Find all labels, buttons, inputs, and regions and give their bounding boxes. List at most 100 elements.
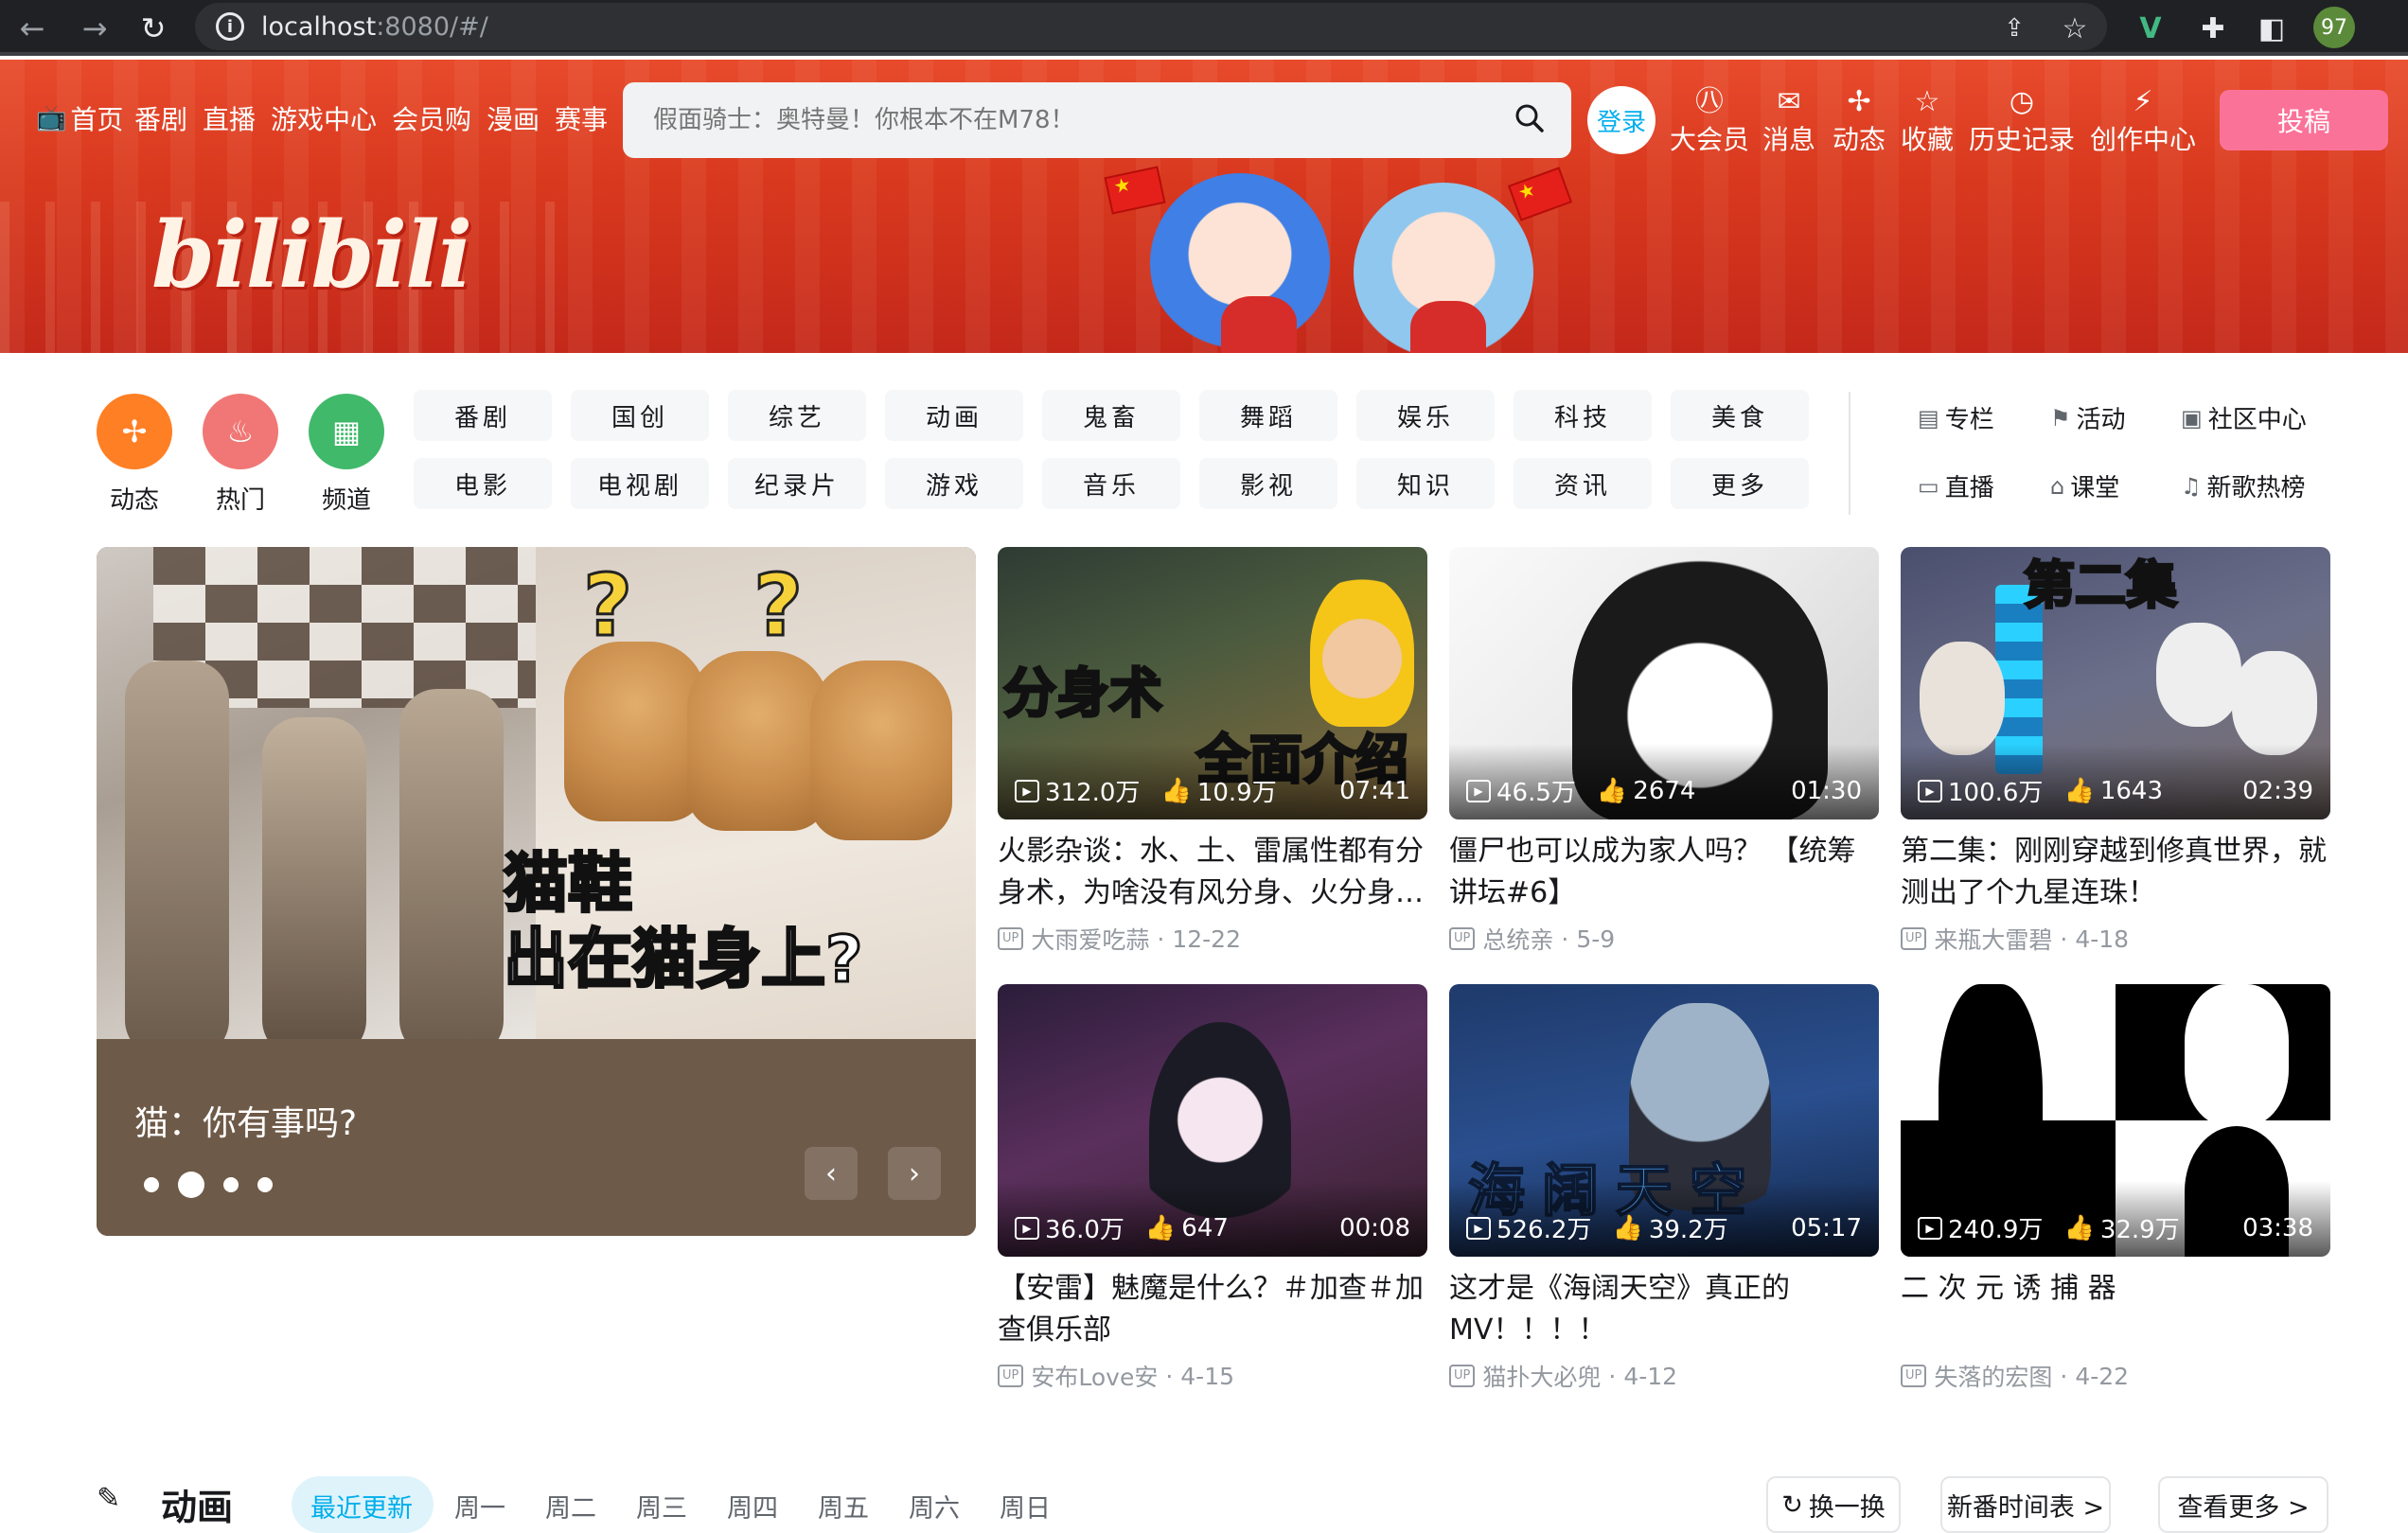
channel-chip[interactable]: 国创 [571, 390, 709, 441]
carousel-dot[interactable] [257, 1177, 273, 1192]
carousel-dot[interactable] [223, 1177, 239, 1192]
channel-chip[interactable]: 番剧 [414, 390, 552, 441]
site-info-icon[interactable]: i [216, 12, 244, 41]
link-music-chart[interactable]: ♫ 新歌热榜 [2181, 468, 2306, 503]
search-bar[interactable] [623, 82, 1571, 158]
carousel-title[interactable]: 猫：你有事吗? [134, 1096, 357, 1145]
schedule-button[interactable]: 新番时间表 > [1940, 1476, 2111, 1533]
video-title[interactable]: 二 次 元 诱 捕 器 [1901, 1268, 2330, 1351]
carousel-dot[interactable] [144, 1177, 159, 1192]
channel-chip[interactable]: 电视剧 [571, 458, 709, 509]
back-icon[interactable]: ← [11, 8, 53, 49]
video-author[interactable]: 来瓶大雷碧 [1934, 922, 2052, 956]
video-title[interactable]: 这才是《海阔天空》真正的MV！！！！ [1449, 1268, 1879, 1351]
header-dynamic[interactable]: ✢ 动态 [1833, 85, 1886, 157]
link-activity[interactable]: ⚑ 活动 [2050, 400, 2126, 435]
tab-day[interactable]: 周六 [909, 1488, 960, 1524]
video-title[interactable]: 火影杂谈：水、土、雷属性都有分身术，为啥没有风分身、火分身… [998, 831, 1427, 914]
bilibili-logo[interactable]: bilibili [151, 202, 472, 308]
nav-home[interactable]: 📺 首页 [36, 99, 123, 137]
extensions-icon[interactable]: ✚ [2192, 8, 2234, 49]
reload-icon[interactable]: ↻ [133, 8, 174, 49]
dynamic-circle-button[interactable]: ✢ [97, 394, 172, 469]
channel-chip[interactable]: 科技 [1514, 390, 1652, 441]
tab-day[interactable]: 周日 [1000, 1488, 1051, 1524]
header-vip[interactable]: ㊇大会员 [1670, 85, 1749, 157]
video-author[interactable]: 大雨爱吃蒜 [1031, 922, 1149, 956]
nav-manga[interactable]: 漫画 [487, 99, 540, 137]
bookmark-star-icon[interactable]: ☆ [2054, 8, 2096, 49]
tab-recent[interactable]: 最近更新 [310, 1488, 413, 1524]
channel-chip[interactable]: 美食 [1671, 390, 1809, 441]
link-community[interactable]: ▣ 社区中心 [2181, 400, 2307, 435]
channel-chip[interactable]: 游戏 [885, 458, 1023, 509]
search-icon[interactable] [1514, 103, 1545, 133]
nav-game-center[interactable]: 游戏中心 [271, 99, 377, 137]
link-column[interactable]: ▤ 专栏 [1918, 400, 1994, 435]
channel-chip[interactable]: 影视 [1199, 458, 1337, 509]
video-author[interactable]: 总统亲 [1482, 922, 1553, 956]
video-title[interactable]: 僵尸也可以成为家人吗？ 【统筹讲坛#6】 [1449, 831, 1879, 914]
video-author[interactable]: 安布Love安 [1031, 1359, 1158, 1393]
nav-live[interactable]: 直播 [203, 99, 256, 137]
channel-chip[interactable]: 电影 [414, 458, 552, 509]
video-meta[interactable]: UP 总统亲 · 5-9 [1449, 922, 1879, 956]
vue-devtools-icon[interactable]: V [2130, 8, 2171, 49]
tab-day[interactable]: 周五 [818, 1488, 869, 1524]
video-meta[interactable]: UP 失落的宏图 · 4-22 [1901, 1359, 2330, 1393]
video-card[interactable]: ▶ 240.9万 👍 32.9万 03:38 二 次 元 诱 捕 器 UP 失落的宏图 · 4… [1901, 984, 2330, 1393]
tab-day[interactable]: 周三 [636, 1488, 687, 1524]
upload-button[interactable]: 投稿 [2220, 90, 2388, 150]
video-meta[interactable]: UP 猫扑大必兜 · 4-12 [1449, 1359, 1879, 1393]
video-card[interactable]: 第二集 ▶ 100.6万 👍 1643 02:39 第二集：刚刚穿越到修真世界，就测出了… [1901, 547, 2330, 956]
channel-chip[interactable]: 纪录片 [728, 458, 866, 509]
video-meta[interactable]: UP 来瓶大雷碧 · 4-18 [1901, 922, 2330, 956]
link-live[interactable]: ▭ 直播 [1918, 468, 1994, 503]
channel-chip[interactable]: 鬼畜 [1042, 390, 1180, 441]
channel-chip[interactable]: 资讯 [1514, 458, 1652, 509]
sidepanel-icon[interactable]: ◧ [2251, 8, 2293, 49]
video-card[interactable]: ▶ 46.5万 👍 2674 01:30 僵尸也可以成为家人吗？ 【统筹讲坛#6】 UP… [1449, 547, 1879, 956]
channel-chip[interactable]: 更多 [1671, 458, 1809, 509]
nav-mall[interactable]: 会员购 [392, 99, 471, 137]
channel-chip[interactable]: 综艺 [728, 390, 866, 441]
video-thumbnail[interactable]: 第二集 ▶ 100.6万 👍 1643 02:39 [1901, 547, 2330, 819]
video-title[interactable]: 第二集：刚刚穿越到修真世界，就测出了个九星连珠！ [1901, 831, 2330, 914]
header-messages[interactable]: ✉ 消息 [1762, 85, 1815, 157]
video-title[interactable]: 【安雷】魅魔是什么？＃加查＃加查俱乐部 [998, 1268, 1427, 1351]
video-card[interactable]: 海阔天空 ▶526.2万👍39.2万05:17 这才是《海阔天空》真正的MV！！… [1449, 984, 1879, 1393]
tab-day[interactable]: 周一 [454, 1488, 505, 1524]
address-bar[interactable]: i localhost :8080/#/ [195, 3, 2107, 50]
carousel-next-button[interactable]: › [888, 1147, 941, 1200]
video-card[interactable]: ▶ 36.0万 👍 647 00:08 【安雷】魅魔是什么？＃加查＃加查俱乐部 UP 安布… [998, 984, 1427, 1393]
video-thumbnail[interactable]: 分身术 全面介绍 ▶312.0万👍10.9万07:41 [998, 547, 1427, 819]
search-input[interactable] [653, 106, 1505, 134]
video-meta[interactable]: UP 大雨爱吃蒜 · 12-22 [998, 922, 1427, 956]
video-thumbnail[interactable]: ▶ 36.0万 👍 647 00:08 [998, 984, 1427, 1257]
link-classroom[interactable]: ⌂ 课堂 [2050, 468, 2119, 503]
login-button[interactable]: 登录 [1587, 86, 1656, 154]
refresh-button[interactable]: ↻ 换一换 [1766, 1476, 1901, 1533]
banner-carousel[interactable]: ? ? 猫鞋 出在猫身上? 猫：你有事吗? ‹ › [97, 547, 976, 1236]
channel-chip[interactable]: 舞蹈 [1199, 390, 1337, 441]
video-author[interactable]: 猫扑大必兜 [1482, 1359, 1601, 1393]
nav-esports[interactable]: 赛事 [555, 99, 608, 137]
nav-bangumi[interactable]: 番剧 [134, 99, 187, 137]
video-thumbnail[interactable]: ▶ 240.9万 👍 32.9万 03:38 [1901, 984, 2330, 1257]
channel-chip[interactable]: 知识 [1356, 458, 1495, 509]
hot-circle-button[interactable]: ♨ [203, 394, 278, 469]
video-meta[interactable]: UP 安布Love安 · 4-15 [998, 1359, 1427, 1393]
video-thumbnail[interactable]: ▶ 46.5万 👍 2674 01:30 [1449, 547, 1879, 819]
channel-circle-button[interactable]: ▦ [309, 394, 384, 469]
tab-day[interactable]: 周二 [545, 1488, 596, 1524]
forward-icon[interactable]: → [74, 8, 115, 49]
profile-avatar[interactable]: 97 [2313, 7, 2355, 48]
channel-chip[interactable]: 音乐 [1042, 458, 1180, 509]
header-favorites[interactable]: ☆ 收藏 [1901, 85, 1954, 157]
header-history[interactable]: ◷ 历史记录 [1969, 85, 2075, 157]
header-creator-center[interactable]: ⚡ 创作中心 [2090, 85, 2196, 157]
channel-chip[interactable]: 娱乐 [1356, 390, 1495, 441]
view-more-button[interactable]: 查看更多 > [2158, 1476, 2328, 1533]
carousel-prev-button[interactable]: ‹ [805, 1147, 858, 1200]
video-card[interactable]: 分身术 全面介绍 ▶312.0万👍10.9万07:41 火影杂谈：水、土、雷属性… [998, 547, 1427, 956]
